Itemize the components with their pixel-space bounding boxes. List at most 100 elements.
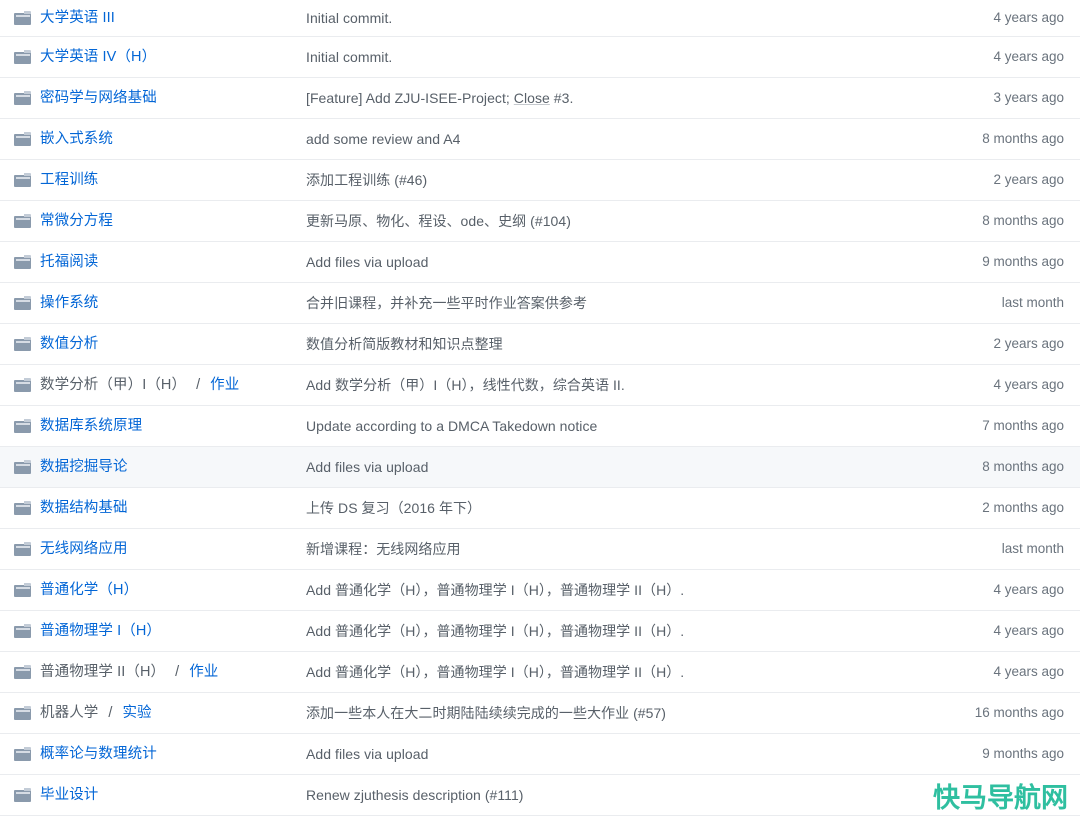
folder-icon	[14, 336, 31, 352]
file-name-link[interactable]: 无线网络应用	[40, 539, 128, 559]
file-name-link[interactable]: 毕业设计	[40, 785, 98, 805]
commit-message-text[interactable]: Renew zjuthesis description (#111)	[306, 787, 524, 803]
path-separator: /	[196, 376, 201, 393]
file-name-wrapper: 嵌入式系统	[14, 129, 300, 149]
file-name-link[interactable]: 作业	[189, 662, 218, 682]
commit-message-text-tail: #3.	[549, 89, 574, 106]
table-row[interactable]: 普通物理学 II（H） / 作业 Add 普通化学（H），普通物理学 I（H），普通物…	[0, 651, 1080, 692]
file-name-link[interactable]: 数据库系统原理	[40, 416, 142, 436]
table-row[interactable]: 操作系统 合并旧课程，并补充一些平时作业答案供参考 last month	[0, 282, 1080, 323]
table-row[interactable]: 嵌入式系统 add some review and A4 8 months ago	[0, 118, 1080, 159]
file-name-wrapper: 大学英语 IV（H）	[14, 47, 300, 67]
commit-age-cell: 4 years ago	[993, 622, 1064, 638]
table-row[interactable]: 普通物理学 I（H） Add 普通化学（H），普通物理学 I（H），普通物理学 I…	[0, 610, 1080, 651]
file-name-link[interactable]: 概率论与数理统计	[40, 744, 157, 764]
table-row[interactable]: 大学英语 III Initial commit. 4 years ago	[0, 0, 1080, 36]
file-name-cell: 大学英语 IV（H）	[0, 36, 300, 77]
commit-message-text[interactable]: add some review and A4	[306, 131, 460, 147]
commit-message-text[interactable]: Add 普通化学（H），普通物理学 I（H），普通物理学 II（H）.	[306, 623, 684, 639]
commit-message-text[interactable]: Add files via upload	[306, 459, 428, 475]
commit-message-text[interactable]: Initial commit.	[306, 10, 392, 26]
table-row[interactable]: 大学英语 IV（H） Initial commit. 4 years ago	[0, 36, 1080, 77]
file-name-link[interactable]: 嵌入式系统	[40, 129, 113, 149]
table-row[interactable]: 数据库系统原理 Update according to a DMCA Takedo…	[0, 405, 1080, 446]
file-name-link[interactable]: 操作系统	[40, 293, 98, 313]
commit-message-text[interactable]: 添加工程训练 (#46)	[306, 172, 427, 188]
table-row[interactable]: 数据结构基础 上传 DS 复习（2016 年下） 2 months ago	[0, 487, 1080, 528]
commit-message-text[interactable]: 新增课程：无线网络应用	[306, 541, 461, 557]
file-name-link[interactable]: 实验	[122, 703, 151, 723]
file-name-link[interactable]: 大学英语 IV（H）	[40, 47, 156, 67]
file-name-link[interactable]: 数据结构基础	[40, 498, 128, 518]
commit-message-link[interactable]: Close	[514, 90, 550, 106]
commit-age-cell: 8 months ago	[982, 458, 1064, 474]
table-row[interactable]: 概率论与数理统计 Add files via upload 9 months ago	[0, 733, 1080, 774]
folder-icon	[14, 295, 31, 311]
table-row[interactable]: 机器人学 / 实验 添加一些本人在大二时期陆陆续续完成的一些大作业 (#57) 16 m…	[0, 692, 1080, 733]
table-row[interactable]: 数值分析 数值分析简版教材和知识点整理 2 years ago	[0, 323, 1080, 364]
folder-icon	[14, 746, 31, 762]
commit-age-cell: last month	[1001, 294, 1064, 310]
file-name-link[interactable]: 数据挖掘导论	[40, 457, 128, 477]
table-row[interactable]: 普通化学（H） Add 普通化学（H），普通物理学 I（H），普通物理学 II（H…	[0, 569, 1080, 610]
file-name-link[interactable]: 常微分方程	[40, 211, 113, 231]
commit-message-cell: Add files via upload	[300, 241, 900, 282]
path-separator: /	[175, 663, 180, 680]
commit-message-text[interactable]: Add files via upload	[306, 746, 428, 762]
commit-message-text[interactable]: Add files via upload	[306, 254, 428, 270]
file-name-cell: 毕业设计	[0, 774, 300, 815]
commit-message-text[interactable]: 合并旧课程，并补充一些平时作业答案供参考	[306, 295, 587, 311]
file-name-link[interactable]: 工程训练	[40, 170, 98, 190]
commit-age-cell: 9 months ago	[982, 253, 1064, 269]
commit-message-cell: 更新马原、物化、程设、ode、史纲 (#104)	[300, 200, 900, 241]
file-name-cell: 普通化学（H）	[0, 569, 300, 610]
file-name-wrapper: 密码学与网络基础	[14, 88, 300, 108]
table-row[interactable]: 数据挖掘导论 Add files via upload 8 months ago	[0, 446, 1080, 487]
file-name-link[interactable]: 普通物理学 I（H）	[40, 621, 161, 641]
table-row[interactable]: 密码学与网络基础 [Feature] Add ZJU-ISEE-Project; …	[0, 77, 1080, 118]
commit-message-text[interactable]: 更新马原、物化、程设、ode、史纲 (#104)	[306, 213, 571, 229]
table-row[interactable]: 常微分方程 更新马原、物化、程设、ode、史纲 (#104) 8 months ag…	[0, 200, 1080, 241]
table-row[interactable]: 数学分析（甲）I（H） / 作业 Add 数学分析（甲）I（H），线性代数，综合英语 …	[0, 364, 1080, 405]
file-name-cell: 数据结构基础	[0, 487, 300, 528]
commit-message-text[interactable]: Add 普通化学（H），普通物理学 I（H），普通物理学 II（H）.	[306, 664, 684, 680]
table-row[interactable]: 托福阅读 Add files via upload 9 months ago	[0, 241, 1080, 282]
folder-icon	[14, 10, 31, 26]
file-parent-path: 数学分析（甲）I（H）	[40, 376, 187, 393]
commit-age-cell: 4 years ago	[993, 663, 1064, 679]
table-row[interactable]: 毕业设计 Renew zjuthesis description (#111)	[0, 774, 1080, 815]
folder-icon	[14, 623, 31, 639]
file-name-wrapper: 操作系统	[14, 293, 300, 313]
commit-age-cell: 2 months ago	[982, 499, 1064, 515]
file-table-body: 大学英语 III Initial commit. 4 years ago 大学英语 I…	[0, 0, 1080, 815]
commit-message-text[interactable]: 添加一些本人在大二时期陆陆续续完成的一些大作业 (#57)	[306, 705, 666, 721]
file-name-cell: 数据挖掘导论	[0, 446, 300, 487]
file-name-link[interactable]: 数值分析	[40, 334, 98, 354]
file-name-link[interactable]: 普通化学（H）	[40, 580, 138, 600]
file-name-cell: 普通物理学 II（H） / 作业	[0, 651, 300, 692]
commit-message-cell: Initial commit.	[300, 36, 900, 77]
file-name-wrapper: 无线网络应用	[14, 539, 300, 559]
file-name-cell: 大学英语 III	[0, 0, 300, 36]
commit-message-text[interactable]: 数值分析简版教材和知识点整理	[306, 336, 503, 352]
table-row[interactable]: 无线网络应用 新增课程：无线网络应用 last month	[0, 528, 1080, 569]
commit-message-text[interactable]: Update according to a DMCA Takedown noti…	[306, 418, 597, 434]
table-row[interactable]: 工程训练 添加工程训练 (#46) 2 years ago	[0, 159, 1080, 200]
file-name-link[interactable]: 密码学与网络基础	[40, 88, 157, 108]
commit-message-cell: Add 普通化学（H），普通物理学 I（H），普通物理学 II（H）.	[300, 651, 900, 692]
commit-message-text[interactable]: Add 普通化学（H），普通物理学 I（H），普通物理学 II（H）.	[306, 582, 684, 598]
commit-message-cell: 数值分析简版教材和知识点整理	[300, 323, 900, 364]
file-name-cell: 密码学与网络基础	[0, 77, 300, 118]
folder-icon	[14, 500, 31, 516]
commit-message-text[interactable]: Add 数学分析（甲）I（H），线性代数，综合英语 II.	[306, 377, 625, 393]
file-parent-path: 普通物理学 II（H）	[40, 663, 166, 680]
file-name-link[interactable]: 托福阅读	[40, 252, 98, 272]
commit-message-text[interactable]: Initial commit.	[306, 49, 392, 65]
file-name-cell: 数值分析	[0, 323, 300, 364]
commit-age-cell	[900, 774, 1080, 815]
commit-message-text[interactable]: 上传 DS 复习（2016 年下）	[306, 500, 481, 516]
file-name-wrapper: 数据挖掘导论	[14, 457, 300, 477]
file-name-link[interactable]: 大学英语 III	[40, 8, 115, 28]
file-name-link[interactable]: 作业	[210, 375, 239, 395]
file-name-cell: 嵌入式系统	[0, 118, 300, 159]
